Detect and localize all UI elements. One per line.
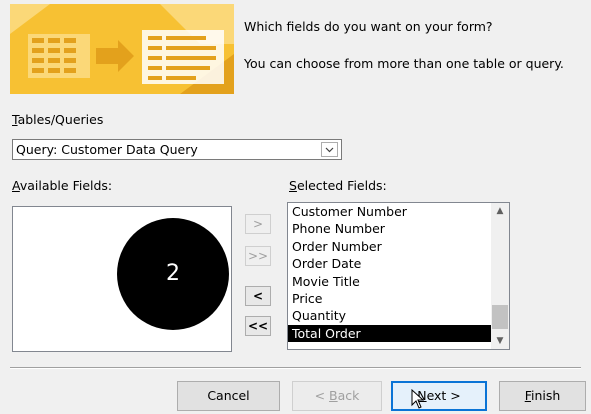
remove-field-button[interactable]: < <box>245 286 271 306</box>
selected-field-item[interactable]: Customer Number <box>288 203 509 220</box>
selected-field-item[interactable]: Movie Title <box>288 273 509 290</box>
selected-fields-list[interactable]: Customer Number Phone Number Order Number O… <box>287 202 510 350</box>
tables-queries-dropdown[interactable]: Query: Customer Data Query <box>12 139 342 160</box>
selected-fields-scrollbar[interactable]: ▲ ▼ <box>491 203 509 349</box>
next-button[interactable]: Next > <box>391 381 487 411</box>
remove-all-fields-button[interactable]: << <box>245 316 271 336</box>
scrollbar-thumb[interactable] <box>492 305 508 329</box>
selected-fields-label: Selected Fields: <box>289 178 387 193</box>
selected-field-item[interactable]: Phone Number <box>288 220 509 237</box>
mouse-cursor-icon <box>411 389 425 409</box>
add-all-fields-button[interactable]: >> <box>245 246 271 266</box>
dropdown-arrow-button[interactable] <box>321 142 338 157</box>
step-number-marker: 2 <box>117 218 229 330</box>
selected-field-item[interactable]: Price <box>288 290 509 307</box>
back-button[interactable]: < Back <box>292 381 382 411</box>
scroll-down-icon[interactable]: ▼ <box>491 336 509 346</box>
wizard-illustration <box>10 4 234 94</box>
header-question: Which fields do you want on your form? <box>244 19 493 34</box>
tables-queries-label: Tables/Queries <box>12 112 104 127</box>
scroll-up-icon[interactable]: ▲ <box>491 206 509 216</box>
header-hint: You can choose from more than one table … <box>244 56 564 71</box>
selected-field-item[interactable]: Quantity <box>288 307 509 324</box>
finish-button[interactable]: Finish <box>499 381 586 411</box>
add-field-button[interactable]: > <box>245 214 271 234</box>
cancel-button[interactable]: Cancel <box>177 381 280 411</box>
selected-field-item[interactable]: Order Number <box>288 238 509 255</box>
tables-queries-value: Query: Customer Data Query <box>16 142 198 157</box>
chevron-down-icon <box>325 147 334 153</box>
available-fields-label: Available Fields: <box>12 178 113 193</box>
selected-field-item[interactable]: Order Date <box>288 255 509 272</box>
selected-field-item[interactable]: Total Order <box>288 324 491 343</box>
footer-divider <box>10 367 581 369</box>
